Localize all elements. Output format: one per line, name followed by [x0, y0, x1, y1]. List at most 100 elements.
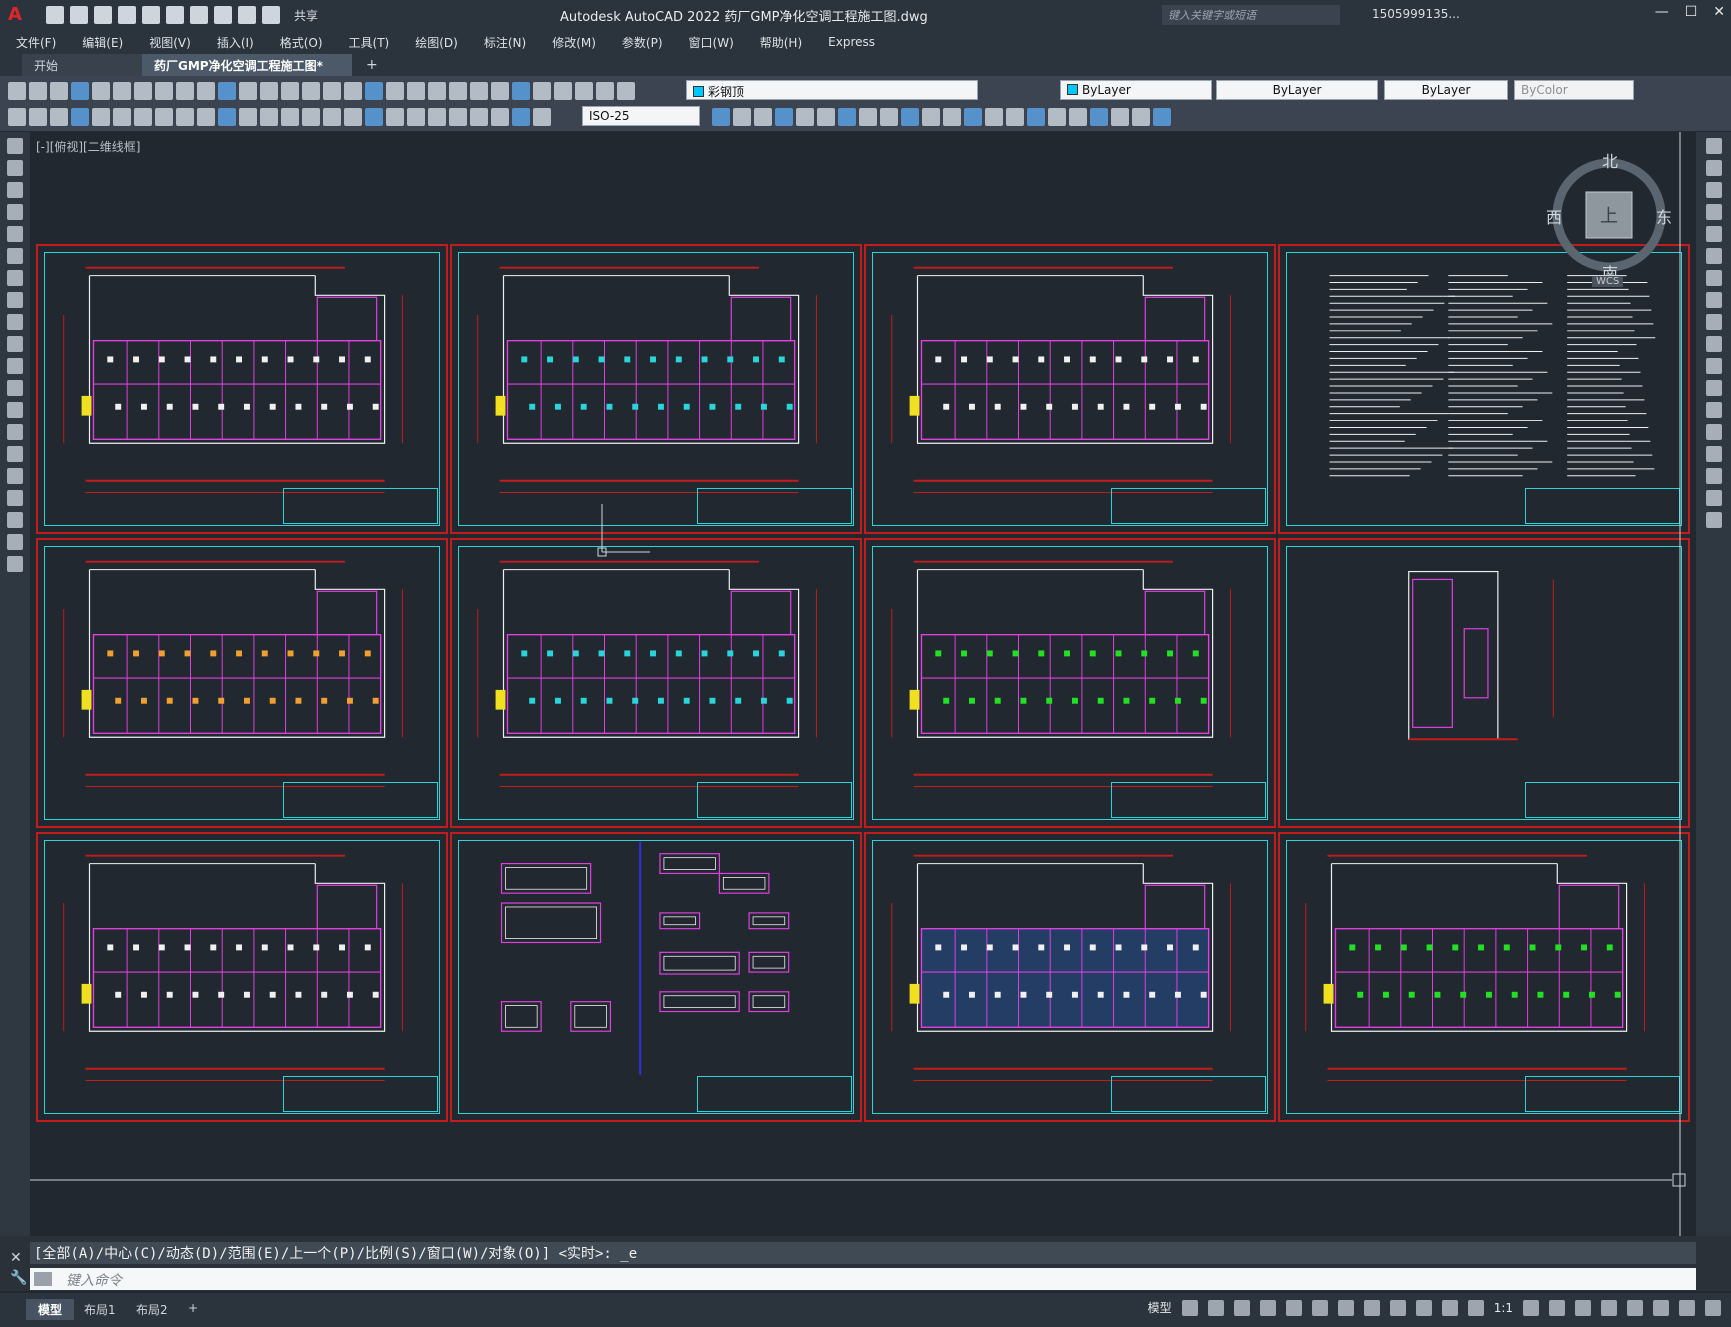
- vertical-tool-icon[interactable]: [7, 248, 23, 264]
- command-close-icon[interactable]: ✕: [10, 1250, 22, 1266]
- wcs-menu[interactable]: WCS: [1592, 276, 1624, 287]
- new-icon[interactable]: [46, 6, 64, 24]
- toolbar-tool-icon[interactable]: [134, 82, 152, 100]
- menu-item-1[interactable]: 编辑(E): [82, 34, 123, 51]
- web-open-icon[interactable]: [166, 6, 184, 24]
- toolbar-tool-icon[interactable]: [712, 108, 730, 126]
- vertical-tool-icon[interactable]: [7, 556, 23, 572]
- viewcube-north[interactable]: 北: [1602, 148, 1618, 172]
- toolbar-tool-icon[interactable]: [901, 108, 919, 126]
- vertical-tool-icon[interactable]: [7, 512, 23, 528]
- object-snap-tracking-icon[interactable]: [1311, 1299, 1328, 1316]
- toolbar-tool-icon[interactable]: [365, 108, 383, 126]
- vertical-tool-icon[interactable]: [7, 160, 23, 176]
- toolbar-tool-icon[interactable]: [302, 82, 320, 100]
- toolbar-tool-icon[interactable]: [796, 108, 814, 126]
- vertical-tool-icon[interactable]: [1705, 182, 1722, 198]
- auto-scale-icon[interactable]: [1467, 1299, 1484, 1316]
- toolbar-tool-icon[interactable]: [8, 82, 26, 100]
- vertical-tool-icon[interactable]: [1705, 270, 1722, 286]
- toolbar-tool-icon[interactable]: [964, 108, 982, 126]
- vertical-tool-icon[interactable]: [7, 336, 23, 352]
- polar-icon[interactable]: [1259, 1299, 1276, 1316]
- print-icon[interactable]: [190, 6, 208, 24]
- vertical-tool-icon[interactable]: [1705, 446, 1722, 462]
- vertical-tool-icon[interactable]: [7, 204, 23, 220]
- menu-item-6[interactable]: 绘图(D): [415, 34, 458, 51]
- toolbar-tool-icon[interactable]: [575, 82, 593, 100]
- toolbar-tool-icon[interactable]: [407, 108, 425, 126]
- toolbar-tool-icon[interactable]: [218, 82, 236, 100]
- toolbar-tool-icon[interactable]: [281, 82, 299, 100]
- autocad-logo-icon[interactable]: A: [8, 6, 26, 24]
- toolbar-tool-icon[interactable]: [407, 82, 425, 100]
- toolbar-tool-icon[interactable]: [281, 108, 299, 126]
- lineweight-dropdown[interactable]: ByLayer: [1384, 80, 1508, 100]
- toolbar-tool-icon[interactable]: [113, 108, 131, 126]
- web-save-icon[interactable]: [142, 6, 160, 24]
- toolbar-tool-icon[interactable]: [533, 108, 551, 126]
- toolbar-tool-icon[interactable]: [92, 82, 110, 100]
- vertical-tool-icon[interactable]: [7, 402, 23, 418]
- annotation-visibility-icon[interactable]: [1441, 1299, 1458, 1316]
- isolate-objects-icon[interactable]: [1653, 1299, 1669, 1316]
- undo-icon[interactable]: [214, 6, 232, 24]
- save-icon[interactable]: [94, 6, 112, 24]
- units-icon[interactable]: [1575, 1299, 1591, 1316]
- menu-item-4[interactable]: 格式(O): [280, 34, 323, 51]
- toolbar-tool-icon[interactable]: [239, 82, 257, 100]
- toolbar-tool-icon[interactable]: [554, 82, 572, 100]
- toolbar-tool-icon[interactable]: [817, 108, 835, 126]
- lineweight-icon[interactable]: [1363, 1299, 1380, 1316]
- vertical-tool-icon[interactable]: [7, 424, 23, 440]
- plotstyle-dropdown[interactable]: ByColor: [1514, 80, 1634, 100]
- minimize-icon[interactable]: —: [1655, 4, 1669, 20]
- vertical-tool-icon[interactable]: [7, 182, 23, 198]
- vertical-tool-icon[interactable]: [7, 446, 23, 462]
- toolbar-tool-icon[interactable]: [1027, 108, 1045, 126]
- customization-menu-icon[interactable]: [1705, 1299, 1721, 1316]
- viewcube-top-label[interactable]: 上: [1600, 202, 1618, 228]
- open-icon[interactable]: [70, 6, 88, 24]
- clean-screen-icon[interactable]: [1679, 1299, 1695, 1316]
- command-prompt-icon[interactable]: [34, 1272, 52, 1286]
- quick-properties-icon[interactable]: [1601, 1299, 1617, 1316]
- toolbar-tool-icon[interactable]: [1048, 108, 1066, 126]
- toolbar-tool-icon[interactable]: [1132, 108, 1150, 126]
- toolbar-tool-icon[interactable]: [92, 108, 110, 126]
- toolbar-tool-icon[interactable]: [491, 82, 509, 100]
- toolbar-tool-icon[interactable]: [176, 108, 194, 126]
- user-account[interactable]: 1505999135...: [1372, 7, 1460, 21]
- vertical-tool-icon[interactable]: [1705, 358, 1722, 374]
- toolbar-tool-icon[interactable]: [1069, 108, 1087, 126]
- menu-item-11[interactable]: 帮助(H): [760, 34, 802, 51]
- layer-dropdown[interactable]: 彩钢顶: [686, 80, 978, 100]
- maximize-icon[interactable]: ☐: [1685, 4, 1698, 20]
- redo-icon[interactable]: [238, 6, 256, 24]
- add-layout-button[interactable]: +: [176, 1299, 210, 1317]
- toolbar-tool-icon[interactable]: [449, 108, 467, 126]
- viewcube[interactable]: 北 南 东 西 上 WCS: [1546, 152, 1672, 287]
- toolbar-tool-icon[interactable]: [985, 108, 1003, 126]
- toolbar-tool-icon[interactable]: [428, 108, 446, 126]
- toolbar-tool-icon[interactable]: [449, 82, 467, 100]
- ortho-icon[interactable]: [1233, 1299, 1250, 1316]
- vertical-tool-icon[interactable]: [7, 314, 23, 330]
- search-input[interactable]: 键入关键字或短语: [1162, 5, 1340, 25]
- menu-item-10[interactable]: 窗口(W): [689, 34, 734, 51]
- toolbar-tool-icon[interactable]: [512, 108, 530, 126]
- toolbar-tool-icon[interactable]: [323, 82, 341, 100]
- toolbar-tool-icon[interactable]: [470, 108, 488, 126]
- share-button[interactable]: 共享: [294, 7, 318, 24]
- new-tab-button[interactable]: +: [366, 57, 378, 73]
- menu-item-5[interactable]: 工具(T): [349, 34, 390, 51]
- toolbar-tool-icon[interactable]: [113, 82, 131, 100]
- toolbar-tool-icon[interactable]: [50, 108, 68, 126]
- menu-item-9[interactable]: 参数(P): [622, 34, 663, 51]
- isodraft-icon[interactable]: [1285, 1299, 1302, 1316]
- toolbar-tool-icon[interactable]: [50, 82, 68, 100]
- toolbar-tool-icon[interactable]: [386, 108, 404, 126]
- toolbar-tool-icon[interactable]: [239, 108, 257, 126]
- toolbar-tool-icon[interactable]: [155, 82, 173, 100]
- workspace-gear-icon[interactable]: [1523, 1299, 1539, 1316]
